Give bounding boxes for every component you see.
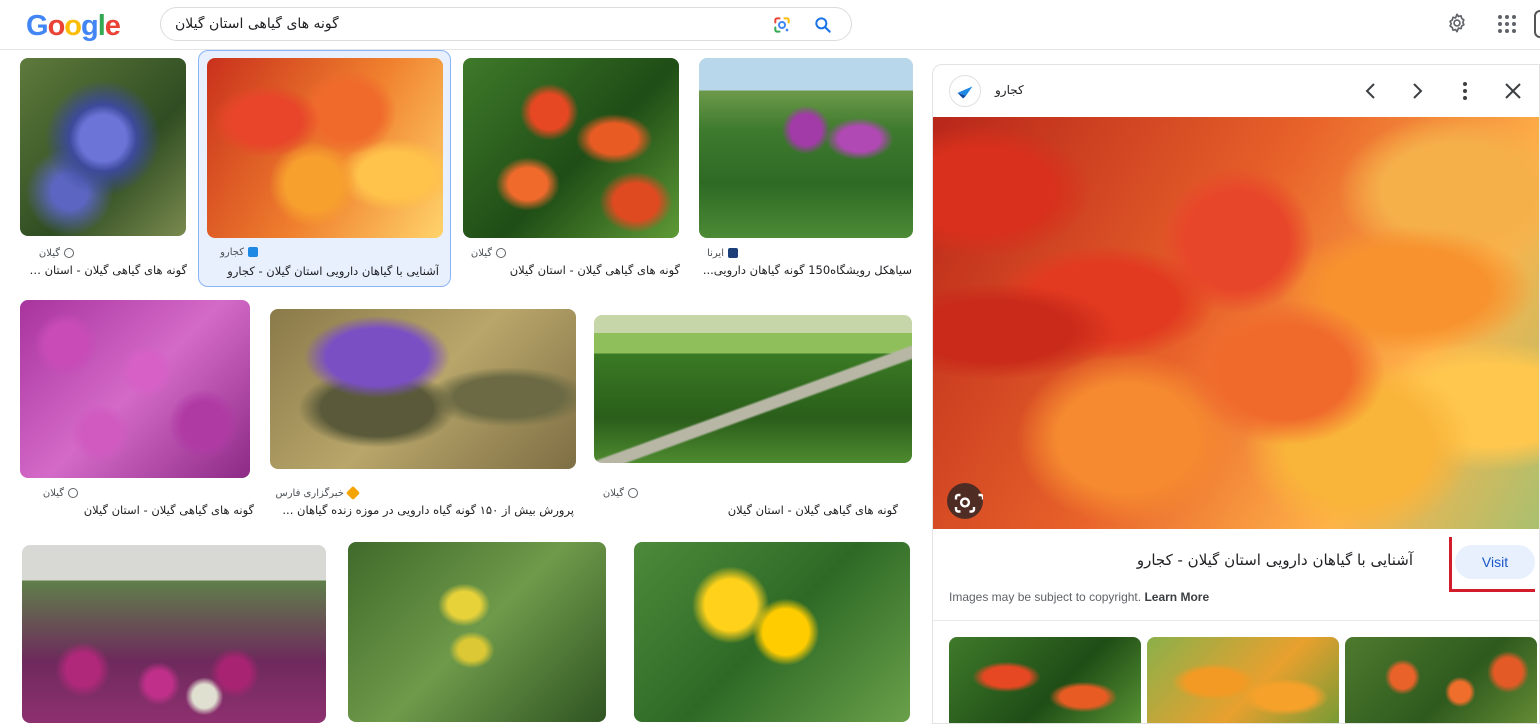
result-thumbnail[interactable] [634,542,910,722]
globe-icon [68,488,78,498]
result-caption[interactable]: آشنایی با گیاهان دارویی استان گیلان - کج… [209,264,439,280]
result-thumbnail[interactable] [22,545,326,723]
image-preview-panel: کجارو آشنایی با گیاهان دارویی استان گیلا… [932,64,1540,724]
result-caption[interactable]: گونه های گیاهی گیلان - استان گیلان [466,263,680,279]
image-result[interactable]: گیلان گونه های گیاهی گیلان - استان گیلان [588,296,920,526]
result-source: کجارو [220,245,258,259]
image-results-grid: گیلان گونه های گیاهی گیلان - استان گ... … [0,50,930,724]
top-bar: Google [0,0,1540,50]
learn-more-link[interactable]: Learn More [1144,590,1209,604]
kajaro-logo-icon [248,247,258,257]
search-box [160,7,852,41]
result-source: گیلان [471,246,506,260]
result-source: ایرنا [707,246,738,260]
image-result[interactable]: خبرگزاری فارس پرورش بیش از ۱۵۰ گونه گیاه… [264,296,584,526]
source-name: ایرنا [707,247,724,259]
result-thumbnail[interactable] [20,58,186,236]
result-source: گیلان [603,486,638,500]
source-name: خبرگزاری فارس [275,487,344,499]
result-thumbnail[interactable] [348,542,606,722]
preview-image[interactable] [933,117,1539,529]
result-caption[interactable]: گونه های گیاهی گیلان - استان گیلان [24,503,254,519]
logo-letter: o [47,10,66,42]
logo-letter: e [104,10,121,42]
result-thumbnail[interactable] [20,300,250,478]
fars-logo-icon [345,485,361,501]
image-result[interactable]: گیلان گونه های گیاهی گیلان - استان گیلان [14,296,258,526]
lens-search-icon [954,493,985,513]
settings-gear-icon[interactable] [1446,12,1468,34]
image-result[interactable]: گیلان گونه های گیاهی گیلان - استان گ... [14,52,194,286]
result-thumbnail[interactable] [463,58,679,238]
result-thumbnail[interactable] [207,58,443,238]
google-logo[interactable]: Google [26,10,121,43]
result-source: گیلان [43,486,78,500]
site-logo[interactable] [949,75,981,107]
previous-chevron-icon[interactable] [1359,79,1383,103]
source-name: گیلان [602,487,624,499]
logo-letter: g [81,10,99,42]
image-result[interactable]: ایرنا سیاهکل رویشگاه150 گونه گیاهان دارو… [692,52,920,286]
result-caption[interactable]: گونه های گیاهی گیلان - استان گیلان [598,503,898,519]
image-result[interactable] [342,540,612,724]
source-name: گیلان [470,247,492,259]
next-chevron-icon[interactable] [1405,79,1429,103]
result-caption[interactable]: پرورش بیش از ۱۵۰ گونه گیاه دارویی در موز… [276,503,574,519]
result-thumbnail[interactable] [699,58,913,238]
copyright-notice: Images may be subject to copyright. Lear… [949,590,1209,604]
kajaro-logo-icon [957,86,973,99]
logo-letter: l [97,10,106,42]
result-caption[interactable]: گونه های گیاهی گیلان - استان گ... [22,263,187,279]
account-avatar[interactable] [1534,10,1540,38]
search-input[interactable] [175,13,755,35]
result-thumbnail[interactable] [270,309,576,469]
source-name: گیلان [42,487,64,499]
result-source: خبرگزاری فارس [275,485,361,501]
visual-search-button[interactable] [947,483,985,519]
image-result-selected[interactable]: کجارو آشنایی با گیاهان دارویی استان گیلا… [198,50,451,287]
more-options-icon[interactable] [1453,79,1477,103]
globe-icon [628,488,638,498]
globe-icon [64,248,74,258]
related-image[interactable] [949,637,1141,723]
related-image[interactable] [1147,637,1339,723]
preview-header: کجارو [933,65,1539,117]
related-image[interactable] [1345,637,1537,723]
preview-title[interactable]: آشنایی با گیاهان دارویی استان گیلان - کج… [1137,551,1413,569]
irna-logo-icon [728,248,738,258]
close-icon[interactable] [1501,79,1525,103]
copyright-text: Images may be subject to copyright. [949,590,1142,604]
google-apps-icon[interactable] [1497,14,1517,34]
source-name: گیلان [38,247,60,259]
google-lens-icon[interactable] [772,15,792,35]
logo-letter: o [64,10,82,42]
logo-letter: G [26,10,49,42]
result-source: گیلان [39,246,74,260]
source-name: کجارو [220,246,244,258]
image-result[interactable] [16,540,332,724]
globe-icon [496,248,506,258]
result-thumbnail[interactable] [594,315,912,463]
site-name[interactable]: کجارو [995,83,1024,97]
image-result[interactable] [628,540,918,724]
divider [933,620,1539,621]
search-icon[interactable] [813,15,833,35]
image-result[interactable]: گیلان گونه های گیاهی گیلان - استان گیلان [456,52,686,286]
result-caption[interactable]: سیاهکل رویشگاه150 گونه گیاهان دارویی... [700,263,912,279]
visit-button[interactable]: Visit [1455,545,1535,579]
